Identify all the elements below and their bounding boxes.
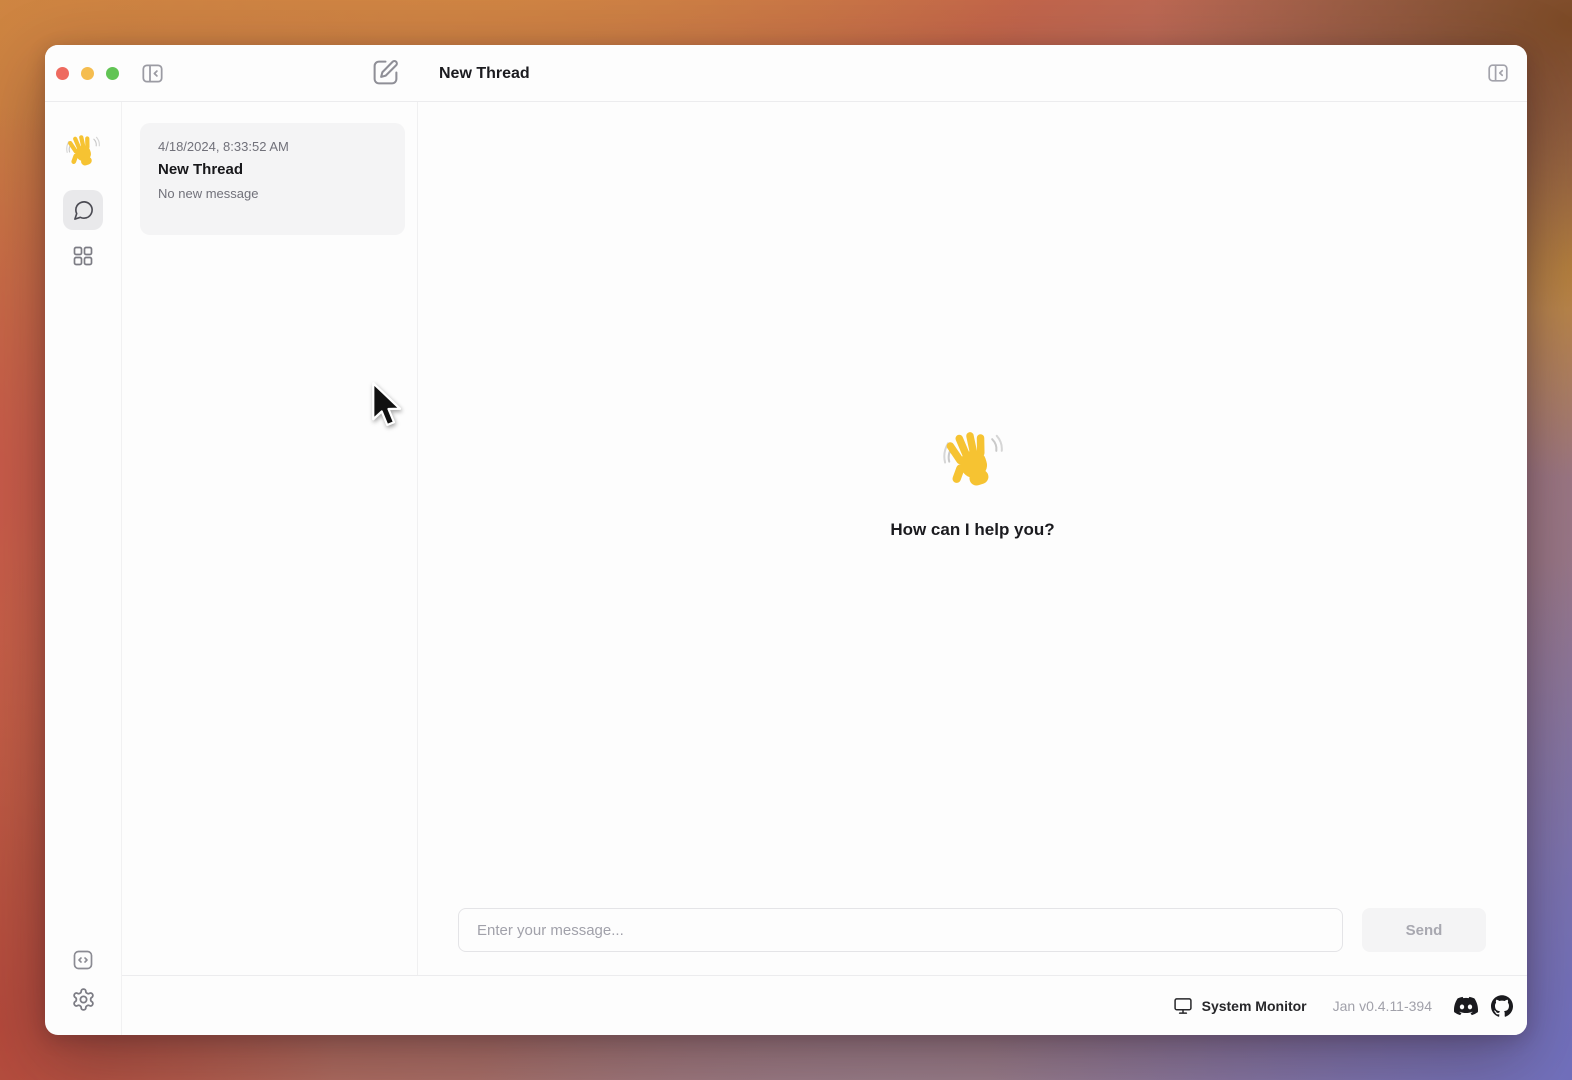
thread-timestamp: 4/18/2024, 8:33:52 AM [158, 139, 387, 154]
app-version-label: Jan v0.4.11-394 [1333, 998, 1432, 1014]
monitor-icon [1173, 996, 1193, 1016]
minimize-window-button[interactable] [81, 67, 94, 80]
thread-list-panel: 4/18/2024, 8:33:52 AM New Thread No new … [122, 102, 418, 975]
compose-pencil-icon [371, 58, 400, 87]
collapse-left-panel-button[interactable] [140, 61, 165, 86]
close-window-button[interactable] [56, 67, 69, 80]
thread-title: New Thread [158, 161, 387, 178]
message-input[interactable] [458, 908, 1343, 952]
system-monitor-label: System Monitor [1202, 998, 1307, 1014]
system-monitor-button[interactable]: System Monitor [1173, 996, 1307, 1016]
empty-state: How can I help you? [418, 430, 1527, 540]
settings-gear-icon [71, 987, 96, 1012]
github-link[interactable] [1491, 995, 1513, 1017]
chat-main-area: How can I help you? Send [418, 102, 1527, 975]
wave-emoji-logo [66, 134, 100, 168]
icon-sidebar [45, 102, 122, 1035]
discord-link[interactable] [1454, 994, 1478, 1018]
local-api-icon [71, 948, 95, 972]
title-bar: New Thread [45, 45, 1527, 102]
zoom-window-button[interactable] [106, 67, 119, 80]
panel-collapse-icon [1486, 61, 1510, 85]
github-icon [1491, 995, 1513, 1017]
traffic-lights [56, 67, 119, 80]
page-title: New Thread [439, 45, 530, 102]
sidebar-item-local-api-server[interactable] [63, 941, 103, 979]
new-thread-compose-button[interactable] [371, 58, 400, 87]
collapse-right-panel-button[interactable] [1486, 61, 1510, 85]
status-bar: System Monitor Jan v0.4.11-394 [122, 975, 1527, 1035]
sidebar-item-settings[interactable] [63, 979, 103, 1019]
thread-subtitle: No new message [158, 186, 387, 201]
app-window: New Thread 4/18/2024, 8:33:52 AM New Thr… [45, 45, 1527, 1035]
sidebar-item-threads[interactable] [63, 190, 103, 230]
discord-icon [1454, 994, 1478, 1018]
send-button[interactable]: Send [1362, 908, 1486, 952]
apps-grid-icon [71, 244, 95, 268]
thread-list-item[interactable]: 4/18/2024, 8:33:52 AM New Thread No new … [140, 123, 405, 235]
wave-emoji [943, 430, 1003, 490]
panel-collapse-icon [140, 61, 165, 86]
greeting-text: How can I help you? [890, 520, 1054, 540]
sidebar-item-hub[interactable] [63, 238, 103, 274]
social-links [1454, 994, 1513, 1018]
chat-bubble-icon [72, 199, 95, 222]
